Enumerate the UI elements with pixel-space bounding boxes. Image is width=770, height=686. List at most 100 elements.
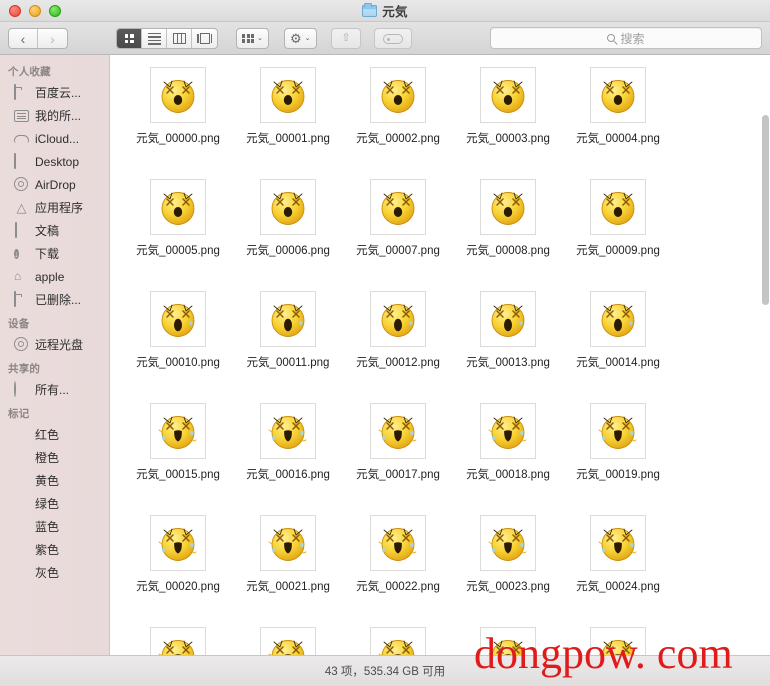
file-item[interactable]: 元気_00008.png bbox=[453, 173, 563, 285]
gallery-view-button[interactable] bbox=[192, 29, 217, 48]
scrollbar-thumb[interactable] bbox=[762, 115, 769, 305]
window-controls[interactable] bbox=[9, 5, 61, 17]
file-item[interactable]: 元気_00004.png bbox=[563, 61, 673, 173]
file-thumbnail[interactable] bbox=[590, 403, 646, 459]
file-thumbnail[interactable] bbox=[480, 67, 536, 123]
sidebar-item-[interactable]: 绿色 bbox=[0, 492, 109, 515]
file-thumbnail[interactable] bbox=[150, 627, 206, 655]
sidebar-item-[interactable]: 已删除... bbox=[0, 288, 109, 311]
file-thumbnail[interactable] bbox=[480, 515, 536, 571]
file-thumbnail[interactable] bbox=[370, 179, 426, 235]
file-thumbnail[interactable] bbox=[590, 291, 646, 347]
file-item[interactable]: 元気_00021.png bbox=[233, 509, 343, 621]
file-item[interactable]: 元気_00006.png bbox=[233, 173, 343, 285]
navigation-buttons[interactable]: ‹ › bbox=[8, 28, 68, 49]
sidebar-item-[interactable]: 红色 bbox=[0, 423, 109, 446]
file-thumbnail[interactable] bbox=[370, 515, 426, 571]
forward-button[interactable]: › bbox=[38, 29, 67, 48]
file-item[interactable]: 元気_00011.png bbox=[233, 285, 343, 397]
file-item[interactable]: 元気_00022.png bbox=[343, 509, 453, 621]
sidebar-item-apple[interactable]: ⌂ apple bbox=[0, 265, 109, 288]
file-item[interactable]: 元気_00020.png bbox=[123, 509, 233, 621]
sidebar-item-airdrop[interactable]: AirDrop bbox=[0, 173, 109, 196]
file-item[interactable]: 元気_00001.png bbox=[233, 61, 343, 173]
file-item[interactable]: 元気_00019.png bbox=[563, 397, 673, 509]
sidebar-item-[interactable]: 灰色 bbox=[0, 561, 109, 584]
sidebar[interactable]: 个人收藏 百度云... 我的所... iCloud... Desktop AirDrop △… bbox=[0, 55, 110, 686]
file-thumbnail[interactable] bbox=[150, 67, 206, 123]
file-item[interactable]: 元気_00024.png bbox=[563, 509, 673, 621]
file-thumbnail[interactable] bbox=[590, 179, 646, 235]
file-item[interactable]: 元気_00028.png bbox=[453, 621, 563, 655]
file-item[interactable]: 元気_00018.png bbox=[453, 397, 563, 509]
sidebar-item-[interactable]: 蓝色 bbox=[0, 515, 109, 538]
file-item[interactable]: 元気_00005.png bbox=[123, 173, 233, 285]
close-button[interactable] bbox=[9, 5, 21, 17]
file-thumbnail[interactable] bbox=[150, 515, 206, 571]
file-item[interactable]: 元気_00009.png bbox=[563, 173, 673, 285]
sidebar-item-[interactable]: 黄色 bbox=[0, 469, 109, 492]
sidebar-item-[interactable]: 我的所... bbox=[0, 104, 109, 127]
file-thumbnail[interactable] bbox=[260, 515, 316, 571]
file-item[interactable]: 元気_00002.png bbox=[343, 61, 453, 173]
file-item[interactable]: 元気_00003.png bbox=[453, 61, 563, 173]
file-thumbnail[interactable] bbox=[260, 291, 316, 347]
file-thumbnail[interactable] bbox=[150, 403, 206, 459]
sidebar-item-[interactable]: 远程光盘 bbox=[0, 333, 109, 356]
file-item[interactable]: 元気_00025.png bbox=[123, 621, 233, 655]
file-thumbnail[interactable] bbox=[480, 291, 536, 347]
sidebar-item-[interactable]: 所有... bbox=[0, 378, 109, 401]
file-thumbnail[interactable] bbox=[590, 627, 646, 655]
file-thumbnail[interactable] bbox=[260, 67, 316, 123]
file-thumbnail[interactable] bbox=[590, 515, 646, 571]
vertical-scrollbar[interactable] bbox=[762, 115, 769, 655]
sidebar-item-[interactable]: △ 应用程序 bbox=[0, 196, 109, 219]
file-thumbnail[interactable] bbox=[150, 179, 206, 235]
file-thumbnail[interactable] bbox=[480, 179, 536, 235]
file-item[interactable]: 元気_00000.png bbox=[123, 61, 233, 173]
share-button[interactable]: ⇧ bbox=[331, 28, 361, 49]
file-thumbnail[interactable] bbox=[480, 403, 536, 459]
file-thumbnail[interactable] bbox=[480, 627, 536, 655]
list-view-button[interactable] bbox=[142, 29, 167, 48]
file-item[interactable]: 元気_00007.png bbox=[343, 173, 453, 285]
file-thumbnail[interactable] bbox=[260, 179, 316, 235]
file-item[interactable]: 元気_00015.png bbox=[123, 397, 233, 509]
action-dropdown[interactable]: ⚙ ⌄ bbox=[284, 28, 317, 49]
file-item[interactable]: 元気_00013.png bbox=[453, 285, 563, 397]
sidebar-item-[interactable]: ↓ 下载 bbox=[0, 242, 109, 265]
maximize-button[interactable] bbox=[49, 5, 61, 17]
file-item[interactable]: 元気_00014.png bbox=[563, 285, 673, 397]
file-item[interactable]: 元気_00016.png bbox=[233, 397, 343, 509]
file-item[interactable]: 元気_00027.png bbox=[343, 621, 453, 655]
sidebar-item-[interactable]: 紫色 bbox=[0, 538, 109, 561]
sidebar-item-[interactable]: 百度云... bbox=[0, 81, 109, 104]
file-thumbnail[interactable] bbox=[370, 67, 426, 123]
file-item[interactable]: 元気_00017.png bbox=[343, 397, 453, 509]
file-grid-container[interactable]: 元気_00000.png 元気_00001.png 元気_00002.png 元気_0… bbox=[111, 55, 770, 655]
file-thumbnail[interactable] bbox=[370, 403, 426, 459]
file-thumbnail[interactable] bbox=[590, 67, 646, 123]
file-item[interactable]: 元気_00029.png bbox=[563, 621, 673, 655]
icon-view-button[interactable] bbox=[117, 29, 142, 48]
back-button[interactable]: ‹ bbox=[9, 29, 38, 48]
sidebar-item-icloud[interactable]: iCloud... bbox=[0, 127, 109, 150]
file-item[interactable]: 元気_00023.png bbox=[453, 509, 563, 621]
file-item[interactable]: 元気_00010.png bbox=[123, 285, 233, 397]
sidebar-item-[interactable]: 橙色 bbox=[0, 446, 109, 469]
sidebar-item-[interactable]: 文稿 bbox=[0, 219, 109, 242]
file-thumbnail[interactable] bbox=[370, 627, 426, 655]
file-thumbnail[interactable] bbox=[260, 627, 316, 655]
tag-button[interactable] bbox=[374, 28, 412, 49]
column-view-button[interactable] bbox=[167, 29, 192, 48]
file-thumbnail[interactable] bbox=[370, 291, 426, 347]
search-input[interactable]: 搜索 bbox=[490, 27, 762, 49]
file-thumbnail[interactable] bbox=[260, 403, 316, 459]
arrange-by-dropdown[interactable]: ⌄ bbox=[236, 28, 269, 49]
file-item[interactable]: 元気_00012.png bbox=[343, 285, 453, 397]
minimize-button[interactable] bbox=[29, 5, 41, 17]
view-mode-switcher[interactable] bbox=[116, 28, 218, 49]
file-thumbnail[interactable] bbox=[150, 291, 206, 347]
file-item[interactable]: 元気_00026.png bbox=[233, 621, 343, 655]
sidebar-item-desktop[interactable]: Desktop bbox=[0, 150, 109, 173]
